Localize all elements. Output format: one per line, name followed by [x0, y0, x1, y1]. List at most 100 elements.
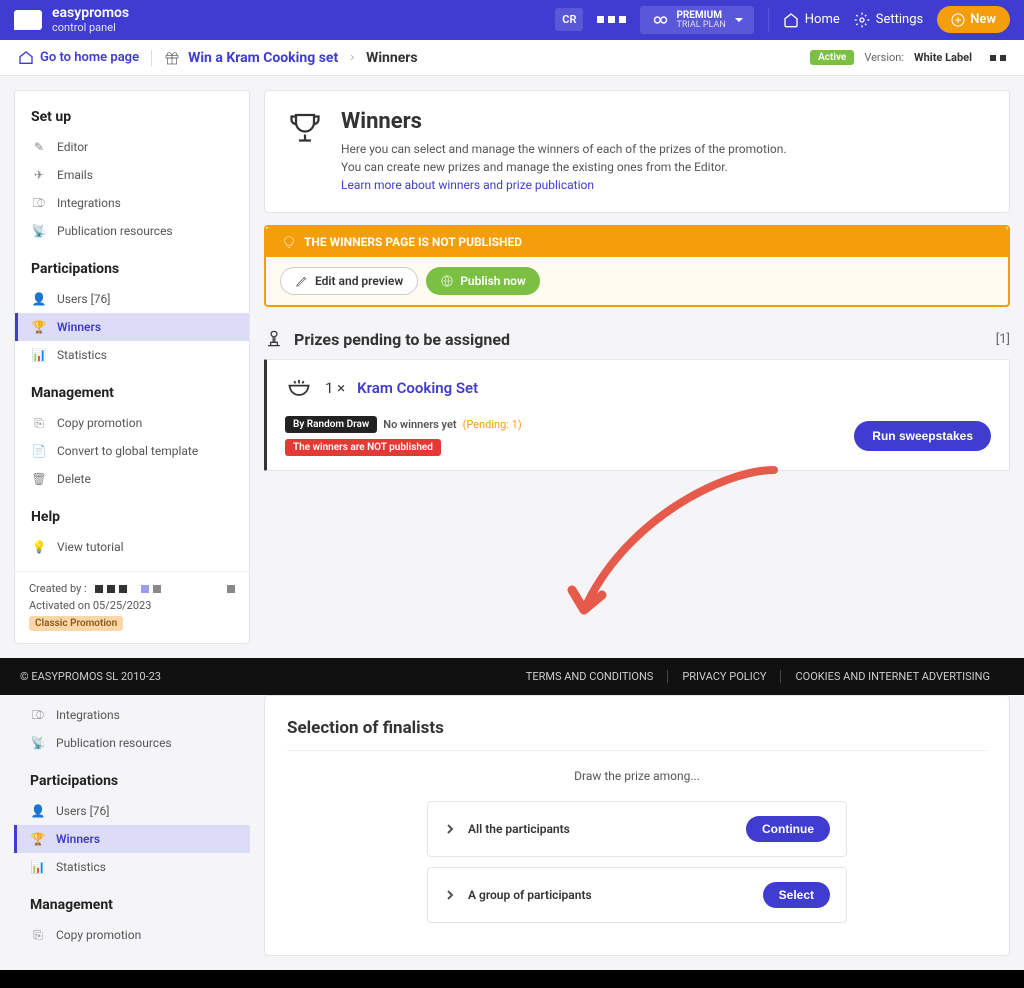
sidebar-item-publication[interactable]: 📡Publication resources: [14, 729, 250, 757]
winners-desc1: Here you can select and manage the winne…: [341, 140, 787, 158]
plan-subtitle: TRIAL PLAN: [676, 21, 725, 31]
selection-subtitle: Draw the prize among...: [287, 769, 987, 783]
created-by-label: Created by :: [29, 582, 87, 595]
sidebar-item-convert[interactable]: 📄Convert to global template: [15, 437, 249, 465]
chevron-right-icon: [444, 889, 456, 901]
breadcrumb-promo[interactable]: Win a Kram Cooking set: [164, 50, 338, 66]
sidebar-section-participations: Participations: [14, 767, 250, 797]
option-group-participants[interactable]: A group of participants Select: [427, 867, 847, 923]
trophy-icon: 🏆: [31, 319, 47, 335]
sidebar-item-copy[interactable]: ⎘Copy promotion: [15, 409, 249, 437]
trophy-icon: 🏆: [30, 831, 46, 847]
user-icon: 👤: [31, 291, 47, 307]
prizes-header: Prizes pending to be assigned [1]: [264, 319, 1010, 359]
sidebar-item-users[interactable]: 👤Users [76]: [15, 285, 249, 313]
annotation-arrow: [564, 460, 784, 630]
winners-header-card: Winners Here you can select and manage t…: [264, 90, 1010, 213]
prize-card: 1 × Kram Cooking Set By Random Draw No w…: [264, 359, 1010, 471]
sidebar-item-delete[interactable]: 🗑Delete: [15, 465, 249, 493]
copy-icon: ⎘: [30, 927, 46, 943]
easypromos-logo-icon: [14, 10, 42, 30]
sidebar-item-winners[interactable]: 🏆Winners: [14, 825, 250, 853]
activated-date: Activated on 05/25/2023: [29, 599, 235, 612]
bulb-icon: 💡: [31, 539, 47, 555]
tag-no-winners: No winners yet: [383, 418, 456, 431]
chart-icon: 📊: [30, 859, 46, 875]
sidebar-item-statistics[interactable]: 📊Statistics: [15, 341, 249, 369]
settings-link[interactable]: Settings: [854, 12, 923, 28]
footer-privacy[interactable]: PRIVACY POLICY: [667, 670, 780, 683]
sidebar-item-winners[interactable]: 🏆Winners: [15, 313, 249, 341]
breadcrumb-home[interactable]: Go to home page: [18, 50, 152, 66]
link-icon: ⎄: [30, 707, 46, 723]
sidebar-item-editor[interactable]: ✎Editor: [15, 133, 249, 161]
logo[interactable]: easypromos control panel: [14, 6, 129, 33]
bulb-icon: [282, 235, 296, 249]
home-link[interactable]: Home: [783, 12, 840, 28]
copyright: © EASYPROMOS SL 2010-23: [20, 670, 161, 683]
breadcrumb: Go to home page Win a Kram Cooking set ›…: [0, 40, 1024, 76]
sidebar-section-help: Help: [15, 503, 249, 533]
plus-icon: [951, 13, 965, 27]
sidebar-item-integrations[interactable]: ⎄Integrations: [15, 189, 249, 217]
trash-icon: 🗑: [31, 471, 47, 487]
more-icon[interactable]: [990, 55, 1006, 61]
breadcrumb-current: Winners: [366, 50, 418, 66]
link-icon: ⎄: [31, 195, 47, 211]
stamp-icon: [264, 329, 284, 349]
sidebar-item-publication[interactable]: 📡Publication resources: [15, 217, 249, 245]
user-badge[interactable]: CR: [555, 8, 583, 31]
sidebar-item-copy[interactable]: ⎘Copy promotion: [14, 921, 250, 949]
gift-icon: [164, 50, 180, 66]
prize-qty: 1 ×: [325, 379, 345, 397]
antenna-icon: 📡: [30, 735, 46, 751]
sidebar-section-setup: Set up: [15, 103, 249, 133]
footer-cookies[interactable]: COOKIES AND INTERNET ADVERTISING: [780, 670, 1004, 683]
sidebar-section-management: Management: [14, 891, 250, 921]
globe-icon: [440, 274, 454, 288]
publish-button[interactable]: Publish now: [426, 267, 540, 295]
tag-not-published: The winners are NOT published: [285, 439, 441, 456]
page-title: Winners: [341, 109, 787, 134]
logo-subtitle: control panel: [52, 22, 129, 34]
warning-box: THE WINNERS PAGE IS NOT PUBLISHED Edit a…: [264, 225, 1010, 307]
sidebar: Set up ✎Editor ✈Emails ⎄Integrations 📡Pu…: [14, 90, 250, 644]
sidebar-item-emails[interactable]: ✈Emails: [15, 161, 249, 189]
badge-classic: Classic Promotion: [29, 616, 123, 631]
chart-icon: 📊: [31, 347, 47, 363]
tag-draw-method: By Random Draw: [285, 416, 377, 433]
prizes-title: Prizes pending to be assigned: [294, 330, 510, 349]
logo-title: easypromos: [52, 6, 129, 21]
prize-name[interactable]: Kram Cooking Set: [357, 379, 478, 397]
trophy-icon: [287, 109, 323, 145]
option-label: A group of participants: [468, 888, 592, 902]
apps-menu-icon[interactable]: [597, 16, 626, 23]
sidebar-section-management: Management: [15, 379, 249, 409]
prizes-count: [1]: [996, 332, 1010, 347]
footer-terms[interactable]: TERMS AND CONDITIONS: [512, 670, 668, 683]
gear-icon: [854, 12, 870, 28]
option-all-participants[interactable]: All the participants Continue: [427, 801, 847, 857]
selection-panel: Selection of finalists Draw the prize am…: [264, 695, 1010, 956]
version-value: White Label: [914, 51, 972, 64]
send-icon: ✈: [31, 167, 47, 183]
sidebar-item-users[interactable]: 👤Users [76]: [14, 797, 250, 825]
new-button[interactable]: New: [937, 6, 1010, 33]
status-badge: Active: [810, 50, 854, 65]
learn-more-link[interactable]: Learn more about winners and prize publi…: [341, 176, 787, 194]
sidebar-item-integrations[interactable]: ⎄Integrations: [14, 701, 250, 729]
winners-desc2: You can create new prizes and manage the…: [341, 158, 787, 176]
select-button[interactable]: Select: [763, 882, 830, 908]
run-sweepstakes-button[interactable]: Run sweepstakes: [854, 421, 991, 451]
pencil-icon: ✎: [31, 139, 47, 155]
user-icon: 👤: [30, 803, 46, 819]
footer: © EASYPROMOS SL 2010-23 TERMS AND CONDIT…: [0, 658, 1024, 695]
antenna-icon: 📡: [31, 223, 47, 239]
continue-button[interactable]: Continue: [746, 816, 830, 842]
edit-preview-button[interactable]: Edit and preview: [280, 267, 418, 295]
topbar: easypromos control panel CR PREMIUM TRIA…: [0, 0, 1024, 40]
sidebar-item-statistics[interactable]: 📊Statistics: [14, 853, 250, 881]
sidebar-item-tutorial[interactable]: 💡View tutorial: [15, 533, 249, 561]
plan-selector[interactable]: PREMIUM TRIAL PLAN: [640, 6, 753, 35]
chevron-down-icon: [734, 15, 744, 25]
